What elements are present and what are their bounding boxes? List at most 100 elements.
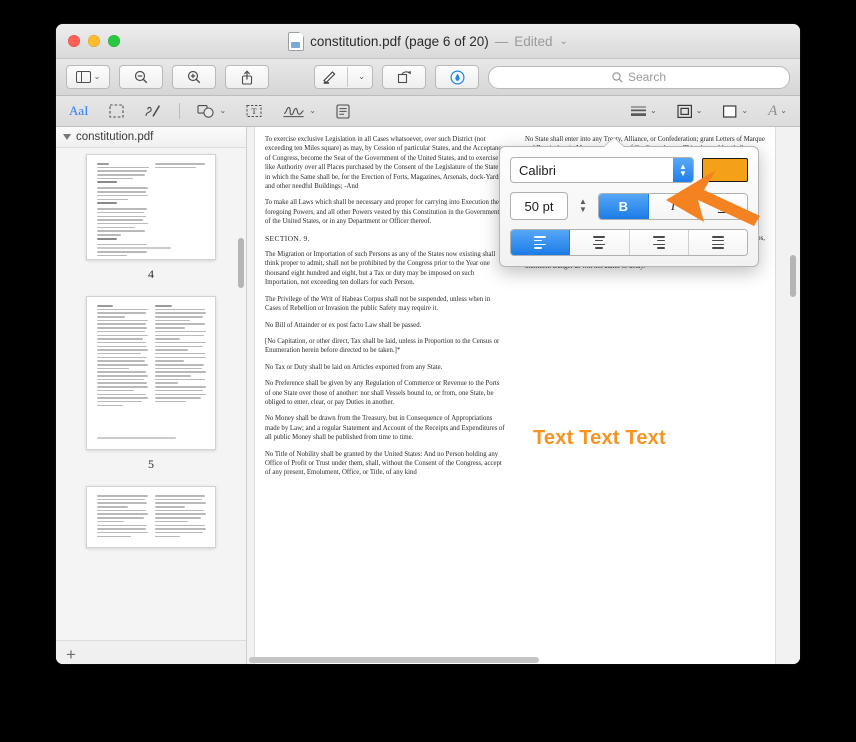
- window-titlebar: constitution.pdf (page 6 of 20) — Edited…: [56, 24, 800, 59]
- search-input[interactable]: Search: [488, 66, 790, 89]
- text-selection-tool[interactable]: AaI: [66, 100, 92, 122]
- sidebar-scrollbar-thumb[interactable]: [238, 238, 244, 288]
- bold-button[interactable]: B: [599, 194, 649, 219]
- segment-divider: [347, 67, 348, 87]
- border-color-icon: [677, 104, 693, 119]
- thumbnail-list[interactable]: 4: [56, 148, 246, 640]
- select-stepper-arrows-icon[interactable]: ▲ ▼: [673, 158, 693, 182]
- signature-tool[interactable]: ⌄: [279, 100, 319, 122]
- sidebar-document-name: constitution.pdf: [76, 131, 153, 143]
- document-vertical-scrollbar[interactable]: [790, 255, 796, 297]
- rect-selection-icon: [109, 104, 124, 118]
- document-horizontal-scrollbar[interactable]: [249, 657, 539, 663]
- markup-pen-icon[interactable]: [315, 67, 344, 87]
- chevron-down-icon[interactable]: ⌄: [220, 107, 227, 115]
- window-title-text: constitution.pdf (page 6 of 20): [310, 34, 489, 49]
- chevron-down-icon[interactable]: ⌄: [358, 73, 365, 81]
- page-column-left: To exercise exclusive Legislation in all…: [255, 135, 515, 664]
- window-edited-badge: Edited: [514, 34, 552, 49]
- chevron-down-icon[interactable]: ⌄: [696, 107, 703, 115]
- zoom-in-icon: [187, 70, 201, 84]
- align-justify-icon: [712, 235, 724, 250]
- thumb-column-right: [155, 305, 207, 405]
- page-thumbnail[interactable]: [86, 486, 216, 548]
- page-thumbnail[interactable]: [86, 154, 216, 260]
- align-left-button[interactable]: [511, 230, 570, 255]
- paragraph: To exercise exclusive Legislation in all…: [265, 135, 505, 191]
- thumb-column-right: [155, 163, 207, 170]
- paragraph: [No Capitation, or other direct, Tax sha…: [265, 337, 505, 356]
- chevron-down-icon[interactable]: ⌄: [94, 73, 101, 81]
- font-size-stepper[interactable]: ▲ ▼: [576, 198, 590, 214]
- align-right-icon: [653, 235, 665, 250]
- share-button[interactable]: [225, 65, 269, 89]
- paragraph: The Migration or Importation of such Per…: [265, 250, 505, 288]
- sidebar-view-button[interactable]: ⌄: [66, 65, 110, 89]
- preview-window: constitution.pdf (page 6 of 20) — Edited…: [56, 24, 800, 664]
- align-right-button[interactable]: [630, 230, 689, 255]
- pdf-document-icon: [288, 32, 304, 51]
- shapes-tool[interactable]: ⌄: [194, 100, 230, 122]
- thumb-column-right: [155, 495, 207, 539]
- text-box-tool[interactable]: T: [243, 100, 265, 122]
- chevron-down-icon: ▼: [679, 170, 687, 177]
- zoom-in-button[interactable]: [172, 65, 216, 89]
- markup-options-chevron[interactable]: ⌄: [351, 67, 372, 87]
- font-style-tool[interactable]: A ⌄: [765, 100, 790, 122]
- rect-selection-tool[interactable]: [106, 100, 127, 122]
- main-toolbar: ⌄: [56, 59, 800, 96]
- paragraph: No Title of Nobility shall be granted by…: [265, 450, 505, 478]
- page-number-label: 4: [148, 267, 154, 282]
- thumbnail-item[interactable]: 5: [56, 296, 246, 472]
- popover-font-row: Calibri ▲ ▼: [510, 157, 748, 183]
- font-family-select[interactable]: Calibri ▲ ▼: [510, 157, 694, 183]
- chevron-down-icon[interactable]: ⌄: [780, 107, 787, 115]
- thumb-column-left: [97, 163, 149, 258]
- chevron-down-icon[interactable]: ⌄: [650, 107, 657, 115]
- font-size-input[interactable]: 50 pt: [510, 192, 568, 220]
- zoom-out-button[interactable]: [119, 65, 163, 89]
- thumbnail-item[interactable]: [56, 486, 246, 548]
- shapes-icon: [197, 104, 217, 119]
- screenshot-root: constitution.pdf (page 6 of 20) — Edited…: [0, 0, 856, 742]
- align-center-icon: [593, 235, 605, 250]
- sidebar-footer: +: [56, 640, 246, 664]
- page-number-label: 5: [148, 457, 154, 472]
- disclosure-triangle-icon[interactable]: [63, 134, 71, 140]
- fill-color-tool[interactable]: ⌄: [719, 100, 751, 122]
- font-size-value: 50 pt: [525, 199, 554, 214]
- add-page-button[interactable]: +: [66, 646, 76, 663]
- note-icon: [336, 104, 350, 119]
- line-style-tool[interactable]: ⌄: [627, 100, 660, 122]
- markup-toolbar-toggle[interactable]: ⌄: [314, 65, 373, 89]
- text-annotation[interactable]: Text Text Text: [533, 427, 666, 450]
- rotate-button[interactable]: [382, 65, 426, 89]
- underline-button[interactable]: U: [698, 194, 747, 219]
- annotate-button[interactable]: [435, 65, 479, 89]
- chevron-down-icon[interactable]: ⌄: [309, 107, 316, 115]
- rotate-icon: [397, 70, 412, 84]
- window-title-dash: —: [495, 34, 509, 49]
- italic-button[interactable]: I: [649, 194, 699, 219]
- sidebar-header[interactable]: constitution.pdf: [56, 127, 246, 148]
- align-justify-button[interactable]: [689, 230, 747, 255]
- stepper-down-icon[interactable]: ▼: [579, 206, 587, 214]
- popover-size-style-row: 50 pt ▲ ▼ B I U: [510, 192, 748, 220]
- text-color-swatch[interactable]: [702, 158, 748, 182]
- chevron-down-icon[interactable]: ⌄: [741, 107, 748, 115]
- popover-alignment-row: [510, 229, 748, 256]
- chevron-down-icon[interactable]: ⌄: [560, 36, 568, 47]
- section-heading: SECTION. 9.: [265, 234, 505, 243]
- align-left-icon: [534, 235, 546, 250]
- sketch-tool[interactable]: [141, 100, 165, 122]
- note-tool[interactable]: [333, 100, 353, 122]
- align-center-button[interactable]: [570, 230, 629, 255]
- thumbnail-item[interactable]: 4: [56, 154, 246, 282]
- svg-text:T: T: [252, 107, 257, 116]
- sketch-icon: [144, 104, 162, 119]
- page-thumbnail[interactable]: [86, 296, 216, 450]
- annotate-icon: [450, 70, 465, 85]
- paragraph: The Privilege of the Writ of Habeas Corp…: [265, 295, 505, 314]
- paragraph: No Money shall be drawn from the Treasur…: [265, 414, 505, 442]
- border-color-tool[interactable]: ⌄: [674, 100, 706, 122]
